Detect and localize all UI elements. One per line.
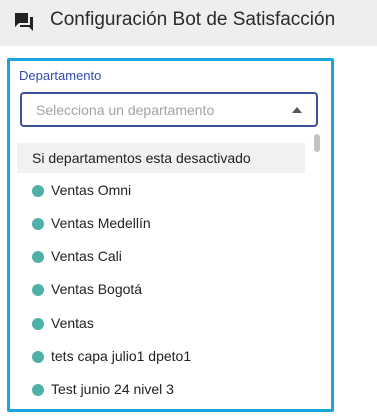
dropdown-item[interactable]: Ventas Bogotá xyxy=(17,274,305,306)
status-dot-icon xyxy=(32,318,44,330)
status-dot-icon xyxy=(32,218,44,230)
dropdown-item[interactable]: Test junio 24 nivel 3 xyxy=(17,374,305,406)
dropdown-item-label: Ventas Omni xyxy=(51,182,132,198)
dropdown-item-label: Ventas xyxy=(51,315,94,331)
dropdown-scrollbar[interactable] xyxy=(313,131,321,409)
dropdown-item[interactable]: tets capa julio1 dpeto1 xyxy=(17,341,305,373)
dropdown-item[interactable]: Ventas Cali xyxy=(17,241,305,273)
status-dot-icon xyxy=(32,185,44,197)
status-dot-icon xyxy=(32,384,44,396)
page-title: Configuración Bot de Satisfacción xyxy=(50,9,336,30)
department-selector-panel: Departamento Selecciona un departamento … xyxy=(7,58,334,412)
department-select[interactable]: Selecciona un departamento xyxy=(20,92,318,127)
caret-up-icon[interactable] xyxy=(292,107,302,113)
status-dot-icon xyxy=(32,284,44,296)
dropdown-item[interactable]: Ventas xyxy=(17,308,305,340)
status-dot-icon xyxy=(32,251,44,263)
dropdown-item[interactable]: Ventas Omni xyxy=(17,175,305,207)
dropdown-item-label: Ventas Bogotá xyxy=(51,281,143,297)
department-field-label: Departamento xyxy=(19,68,102,83)
dropdown-item[interactable]: Ventas Medellín xyxy=(17,208,305,240)
dropdown-item-label: Test junio 24 nivel 3 xyxy=(51,381,174,397)
department-dropdown-list: Si departamentos esta desactivado Ventas… xyxy=(17,137,305,409)
scrollbar-thumb[interactable] xyxy=(314,134,320,152)
status-dot-icon xyxy=(32,351,44,363)
dropdown-header-option[interactable]: Si departamentos esta desactivado xyxy=(17,143,305,173)
page-header: Configuración Bot de Satisfacción xyxy=(0,0,377,46)
dropdown-item-label: Ventas Cali xyxy=(51,248,122,264)
forum-chat-icon xyxy=(15,13,33,31)
department-select-placeholder: Selecciona un departamento xyxy=(36,102,215,118)
dropdown-item-label: tets capa julio1 dpeto1 xyxy=(51,348,192,364)
dropdown-item-label: Ventas Medellín xyxy=(51,215,151,231)
dropdown-header-option-label: Si departamentos esta desactivado xyxy=(32,150,251,166)
